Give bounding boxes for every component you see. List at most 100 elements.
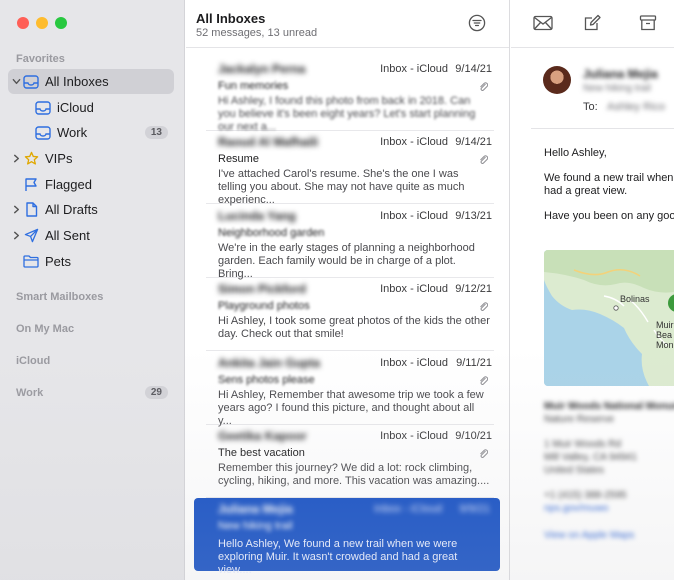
message-preview: Remember this journey? We did a lot: roc… <box>218 462 490 487</box>
sidebar-item-label: Pets <box>45 254 72 269</box>
chevron-down-icon[interactable] <box>11 77 21 87</box>
message-subject: Playground photos <box>218 300 310 312</box>
message-date: 9/9/21 <box>459 503 490 515</box>
map-label: Mon <box>656 340 674 350</box>
message-preview: Hello Ashley, We found a new trail when … <box>218 538 458 576</box>
attachment-icon <box>480 376 488 385</box>
sidebar: Favorites All Inboxes iCloud Work 13 VIP… <box>0 0 185 580</box>
sidebar-item-label: All Drafts <box>45 202 98 217</box>
sidebar-item-icloud[interactable]: iCloud <box>8 95 174 120</box>
message-subject: Fun memories <box>218 80 289 92</box>
message-sender: Geetika Kapoor <box>218 429 307 443</box>
location-address: 1 Muir Woods Rd <box>544 439 622 450</box>
folder-icon <box>23 254 39 270</box>
map-label: Muir <box>656 320 674 330</box>
sidebar-item-all-drafts[interactable]: All Drafts <box>8 197 174 222</box>
zoom-window-button[interactable] <box>55 17 67 29</box>
compose-icon[interactable] <box>583 14 601 32</box>
sidebar-item-pets[interactable]: Pets <box>8 249 174 274</box>
message-row[interactable]: Ankita Jain Gupta Inbox - iCloud 9/11/21… <box>206 352 494 427</box>
sidebar-item-work[interactable]: Work 13 <box>8 120 174 145</box>
message-body-line: We found a new trail when <box>544 172 674 184</box>
attachment-icon <box>480 449 488 458</box>
attachment-icon <box>480 302 488 311</box>
message-row[interactable]: Jackalyn Perna Inbox - iCloud 9/14/21 Fu… <box>206 58 494 133</box>
sidebar-item-label: iCloud <box>57 100 94 115</box>
location-phone[interactable]: +1 (415) 388-2595 <box>544 490 627 501</box>
attachment-icon <box>480 82 488 91</box>
chevron-right-icon[interactable] <box>11 205 21 215</box>
message-subject: Neighborhood garden <box>218 227 325 239</box>
reading-pane: Juliana Mejia New hiking trail To: Ashle… <box>511 0 674 580</box>
to-label: To: <box>583 101 598 113</box>
message-row[interactable]: Lucinda Yang Inbox - iCloud 9/13/21 Neig… <box>206 205 494 280</box>
message-sender: Ankita Jain Gupta <box>218 356 321 370</box>
message-subject: Resume <box>218 153 259 165</box>
sidebar-item-all-inboxes[interactable]: All Inboxes <box>8 69 174 94</box>
map-image <box>544 250 674 386</box>
message-preview: I've attached Carol's resume. She's the … <box>218 168 465 206</box>
recipient-name[interactable]: Ashley Rico <box>607 101 665 113</box>
message-sender: Juliana Mejia <box>218 502 293 516</box>
message-mailbox: Inbox - iCloud <box>380 63 448 75</box>
location-address: United States <box>544 465 605 476</box>
section-favorites[interactable]: Favorites <box>16 53 65 65</box>
message-date: 9/14/21 <box>455 63 492 75</box>
tray-icon <box>23 74 39 90</box>
paperplane-icon <box>23 228 39 244</box>
envelope-icon[interactable] <box>533 14 553 32</box>
message-subject: New hiking trail <box>218 520 293 532</box>
message-preview: Hi Ashley, I found this photo from back … <box>218 95 476 133</box>
avatar[interactable] <box>543 66 571 94</box>
message-sender: Lucinda Yang <box>218 209 296 223</box>
message-mailbox: Inbox - iCloud <box>380 430 448 442</box>
unread-count-badge: 13 <box>144 126 168 139</box>
message-list-header: All Inboxes 52 messages, 13 unread <box>186 0 509 48</box>
message-row-selected[interactable]: Juliana Mejia Inbox - iCloud 9/9/21 New … <box>194 498 500 576</box>
message-preview: Hi Ashley, I took some great photos of t… <box>218 315 490 340</box>
section-on-my-mac[interactable]: On My Mac <box>16 323 74 335</box>
message-mailbox: Inbox - iCloud <box>380 210 448 222</box>
message-row[interactable]: Simon Pickford Inbox - iCloud 9/12/21 Pl… <box>206 278 494 351</box>
message-subject-header: New hiking trail <box>583 83 651 94</box>
tray-icon <box>35 125 51 141</box>
view-in-maps-link[interactable]: View on Apple Maps <box>544 530 634 541</box>
minimize-window-button[interactable] <box>36 17 48 29</box>
location-website-link[interactable]: nps.gov/muwo <box>544 503 608 514</box>
chevron-right-icon[interactable] <box>11 231 21 241</box>
attachment-icon <box>480 155 488 164</box>
filter-icon[interactable] <box>468 14 486 32</box>
message-date: 9/10/21 <box>455 430 492 442</box>
sender-name: Juliana Mejia <box>583 67 658 81</box>
header-divider <box>531 128 674 129</box>
message-mailbox: Inbox - iCloud <box>380 357 448 369</box>
chevron-right-icon[interactable] <box>11 154 21 164</box>
message-subject: The best vacation <box>218 447 305 459</box>
archive-icon[interactable] <box>639 14 657 32</box>
sidebar-item-flagged[interactable]: Flagged <box>8 172 174 197</box>
message-date: 9/11/21 <box>456 357 492 369</box>
message-row[interactable]: Geetika Kapoor Inbox - iCloud 9/10/21 Th… <box>206 425 494 498</box>
section-smart-mailboxes[interactable]: Smart Mailboxes <box>16 291 103 303</box>
message-list: All Inboxes 52 messages, 13 unread Jacka… <box>186 0 510 580</box>
section-work[interactable]: Work <box>16 387 43 399</box>
sidebar-item-label: All Sent <box>45 228 90 243</box>
window-controls <box>17 17 67 29</box>
location-name: Muir Woods National Monument <box>544 401 674 412</box>
map-label: Bolinas <box>620 294 650 304</box>
sidebar-item-label: Flagged <box>45 177 92 192</box>
location-type: Nature Reserve <box>544 414 615 425</box>
message-row[interactable]: Raoud Al Mafhaili Inbox - iCloud 9/14/21… <box>206 131 494 206</box>
sidebar-item-vips[interactable]: VIPs <box>8 146 174 171</box>
close-window-button[interactable] <box>17 17 29 29</box>
message-date: 9/14/21 <box>455 136 492 148</box>
sidebar-item-all-sent[interactable]: All Sent <box>8 223 174 248</box>
message-mailbox: Inbox - iCloud <box>374 503 442 515</box>
message-preview: We're in the early stages of planning a … <box>218 242 475 280</box>
message-count: 52 messages, 13 unread <box>196 27 318 39</box>
section-icloud[interactable]: iCloud <box>16 355 50 367</box>
map-label: Bea <box>656 330 673 340</box>
reader-toolbar <box>511 0 674 48</box>
tray-icon <box>35 100 51 116</box>
map-attachment[interactable]: Bolinas Muir Bea Mon <box>544 250 674 386</box>
